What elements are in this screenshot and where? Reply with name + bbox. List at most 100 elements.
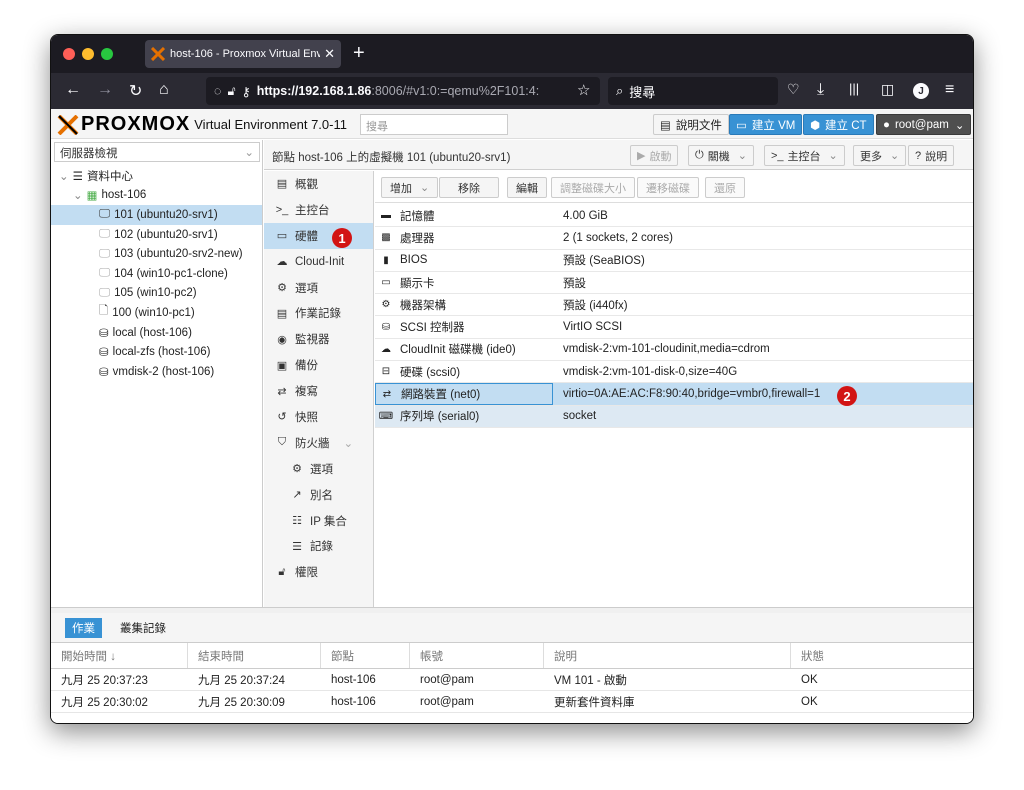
nav-item-firewall[interactable]: ⛉ 防火牆 ⌄ (264, 430, 373, 456)
shutdown-button[interactable]: ⏻ 關機 ⌄ (688, 145, 754, 166)
hardware-value: 4.00 GiB (563, 209, 608, 222)
column-user[interactable]: 帳號 (410, 643, 544, 668)
storage-icon: ⛁ (99, 366, 109, 379)
nav-item-console[interactable]: >_ 主控台 (264, 197, 373, 223)
nav-item-permissions[interactable]: 🔓︎ 權限 (264, 559, 373, 585)
bookmark-star-icon[interactable]: ☆ (577, 81, 590, 99)
key-icon[interactable]: ⚷ (242, 84, 251, 99)
sidebar-icon[interactable]: ◫ (881, 81, 894, 98)
tree-item-vm-103[interactable]: 🖵︎ 103 (ubuntu20-srv2-new) (51, 244, 262, 264)
hardware-row-network-device[interactable]: ⇄ 網路裝置 (net0) virtio=0A:AE:AC:F8:90:40,bri… (375, 383, 973, 406)
nav-item-firewall-log[interactable]: ☰ 記錄 (264, 533, 373, 559)
move-disk-button[interactable]: 遷移磁碟 (637, 177, 699, 198)
nav-item-firewall-alias[interactable]: ↗ 別名 (264, 482, 373, 508)
lock-warning-icon[interactable]: 🔓︎ (227, 84, 235, 99)
hardware-row-hard-disk[interactable]: ⊟ 硬碟 (scsi0) vmdisk-2:vm-101-disk-0,size=4… (375, 361, 973, 384)
documentation-button[interactable]: ▤ 說明文件 (653, 114, 729, 135)
back-icon[interactable]: ← (65, 81, 81, 99)
hardware-row-memory[interactable]: ▬ 記憶體 4.00 GiB (375, 205, 973, 228)
create-vm-button[interactable]: ▭ 建立 VM (729, 114, 803, 135)
vm-running-icon: 🖵︎ (99, 208, 111, 221)
pocket-icon[interactable]: ♡ (787, 81, 800, 98)
column-end-time[interactable]: 結束時間 (188, 643, 321, 668)
url-bar[interactable]: ◌ 🔓︎ ⚷ https://192.168.1.86:8006/#v1:0:=… (206, 77, 600, 105)
library-icon[interactable]: ||| (849, 81, 859, 96)
table-row[interactable]: 九月 25 20:30:02 九月 25 20:30:09 host-106 r… (51, 691, 973, 713)
tab-tasks[interactable]: 作業 (65, 618, 102, 638)
tree-item-vm-105[interactable]: 🖵︎ 105 (win10-pc2) (51, 284, 262, 304)
shield-icon[interactable]: ◌ (214, 84, 221, 98)
chevron-down-icon[interactable]: ⌄ (738, 149, 747, 162)
nav-item-backup[interactable]: ▣ 備份 (264, 352, 373, 378)
tree-item-storage-vmdisk-2[interactable]: ⛁ vmdisk-2 (host-106) (51, 362, 262, 382)
browser-tab[interactable]: host-106 - Proxmox Virtual Envi ✕ (145, 40, 341, 68)
nav-item-snapshots[interactable]: ↺ 快照 (264, 404, 373, 430)
nav-item-firewall-options[interactable]: ⚙ 選項 (264, 456, 373, 482)
nav-item-label: IP 集合 (310, 515, 347, 528)
nav-item-hardware[interactable]: ▭ 硬體 (264, 222, 373, 249)
nav-item-replication[interactable]: ⇄ 複寫 (264, 378, 373, 404)
tree-item-vm-102[interactable]: 🖵︎ 102 (ubuntu20-srv1) (51, 225, 262, 245)
nav-item-cloud-init[interactable]: ☁ Cloud-Init (264, 249, 373, 275)
nav-item-options[interactable]: ⚙ 選項 (264, 275, 373, 301)
create-ct-button[interactable]: ⬢ 建立 CT (803, 114, 874, 135)
tree-item-storage-local[interactable]: ⛁ local (host-106) (51, 323, 262, 343)
resize-disk-button[interactable]: 調整磁碟大小 (551, 177, 635, 198)
chevron-down-icon[interactable]: ⌄ (829, 149, 838, 162)
edit-button[interactable]: 編輯 (507, 177, 547, 198)
tree-item-host[interactable]: ⌄ ▦ host-106 (51, 186, 262, 206)
new-tab-button[interactable]: + (353, 42, 365, 65)
home-icon[interactable]: ⌂ (159, 81, 169, 99)
hardware-row-cloudinit-drive[interactable]: ☁ CloudInit 磁碟機 (ide0) vmdisk-2:vm-101-clo… (375, 339, 973, 362)
column-start-time[interactable]: 開始時間 ↓ (51, 643, 188, 668)
reload-icon[interactable]: ↻ (129, 81, 142, 101)
tree-item-vm-101[interactable]: 🖵︎ 101 (ubuntu20-srv1) (51, 205, 262, 225)
chevron-down-icon[interactable]: ⌄ (344, 436, 354, 450)
table-row[interactable]: 九月 25 20:37:23 九月 25 20:37:24 host-106 r… (51, 669, 973, 691)
hardware-row-bios[interactable]: ▮ BIOS 預設 (SeaBIOS) (375, 250, 973, 272)
user-menu-button[interactable]: ● root@pam ⌄ (876, 114, 972, 135)
revert-button[interactable]: 還原 (705, 177, 745, 198)
nav-item-task-history[interactable]: ▤ 作業記錄 (264, 300, 373, 326)
nav-item-monitor[interactable]: ◉ 監視器 (264, 326, 373, 352)
hardware-row-scsi-controller[interactable]: ⛁ SCSI 控制器 VirtIO SCSI (375, 316, 973, 339)
console-button[interactable]: >_ 主控台 ⌄ (764, 145, 845, 166)
more-button[interactable]: 更多 ⌄ (853, 145, 907, 166)
hardware-row-processor[interactable]: ▩ 處理器 2 (1 sockets, 2 cores) (375, 227, 973, 250)
tree-item-label: vmdisk-2 (host-106) (112, 365, 215, 378)
nav-item-firewall-ipset[interactable]: ☷ IP 集合 (264, 508, 373, 534)
hardware-row-serial-port[interactable]: ⌨ 序列埠 (serial0) socket (375, 405, 973, 428)
add-button[interactable]: 增加 ⌄ (381, 177, 439, 198)
column-status[interactable]: 狀態 (791, 643, 973, 668)
tab-cluster-log[interactable]: 叢集記錄 (113, 618, 173, 638)
expand-chevron-icon[interactable]: ⌄ (59, 169, 69, 183)
console-label: 主控台 (787, 150, 821, 163)
maximize-window-button[interactable] (101, 48, 113, 60)
tree-item-vm-100[interactable]: 🗋 100 (win10-pc1) (51, 303, 262, 323)
close-window-button[interactable] (63, 48, 75, 60)
hardware-row-machine[interactable]: ⚙ 機器架構 預設 (i440fx) (375, 294, 973, 317)
remove-button[interactable]: 移除 (439, 177, 499, 198)
help-button[interactable]: ? 說明 (908, 145, 955, 166)
minimize-window-button[interactable] (82, 48, 94, 60)
menu-icon[interactable]: ≡ (945, 81, 954, 99)
column-node[interactable]: 節點 (321, 643, 410, 668)
annotation-badge-2: 2 (837, 386, 857, 406)
column-description[interactable]: 說明 (544, 643, 791, 668)
cpu-icon: ▩ (381, 232, 391, 244)
download-icon[interactable]: ⤓ (817, 81, 824, 99)
tree-item-datacenter[interactable]: ⌄ ☰ 資料中心 (51, 166, 262, 186)
hardware-row-display[interactable]: ▭ 顯示卡 預設 (375, 272, 973, 295)
expand-chevron-icon[interactable]: ⌄ (73, 188, 83, 202)
close-tab-icon[interactable]: ✕ (324, 46, 335, 62)
view-selector[interactable]: 伺服器檢視 ⌄ (54, 142, 260, 162)
forward-icon[interactable]: → (97, 81, 113, 99)
browser-search-bar[interactable]: ⌕ 搜尋 (608, 77, 778, 105)
nav-item-summary[interactable]: ▤ 概觀 (264, 171, 373, 197)
start-button[interactable]: ▶ 啟動 (630, 145, 679, 166)
floppy-icon: ▣ (276, 359, 288, 372)
account-avatar-icon[interactable]: J (913, 83, 929, 99)
proxmox-search-input[interactable]: 搜尋 (360, 114, 508, 135)
tree-item-storage-local-zfs[interactable]: ⛁ local-zfs (host-106) (51, 342, 262, 362)
tree-item-vm-104[interactable]: 🖵︎ 104 (win10-pc1-clone) (51, 264, 262, 284)
